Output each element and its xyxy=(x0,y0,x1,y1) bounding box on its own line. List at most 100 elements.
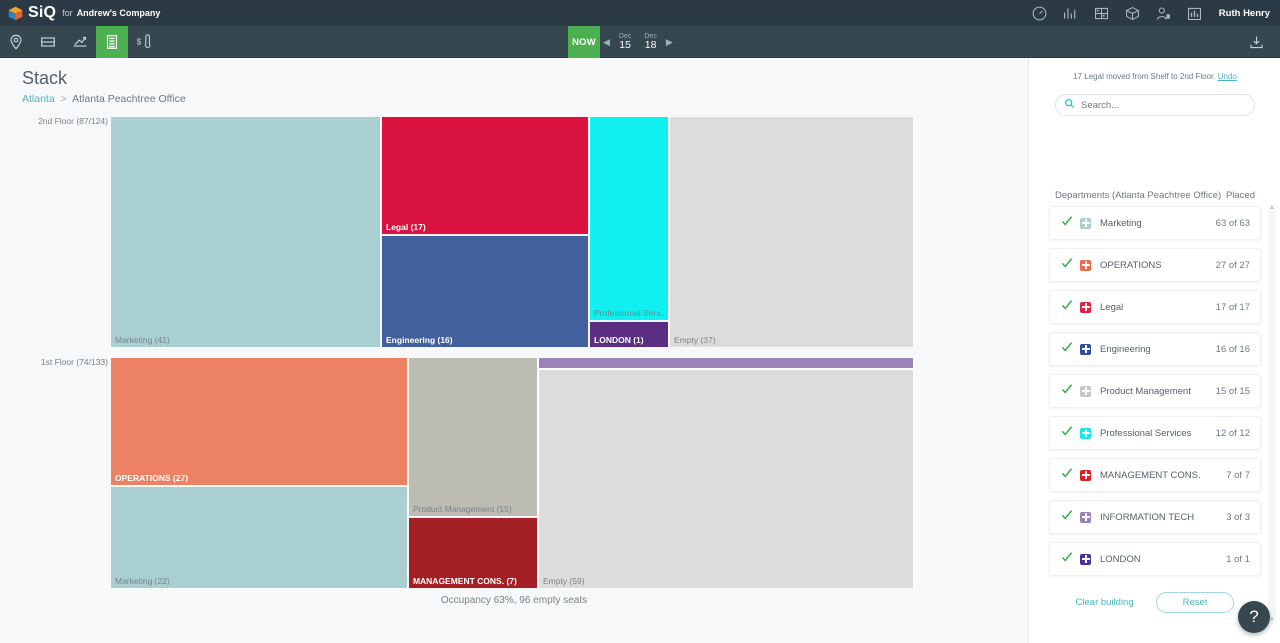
date-end-day: 18 xyxy=(644,39,657,52)
scroll-up-arrow[interactable]: ▲ xyxy=(1268,205,1276,211)
department-row[interactable]: LONDON 1 of 1 xyxy=(1049,542,1261,576)
col-departments-label: Departments (Atlanta Peachtree Office) xyxy=(1055,190,1222,201)
undo-link[interactable]: Undo xyxy=(1218,72,1237,81)
department-row[interactable]: Professional Services 12 of 12 xyxy=(1049,416,1261,450)
layers-icon[interactable] xyxy=(32,26,64,58)
col-placed-label: Placed xyxy=(1225,190,1255,201)
cost-thermometer-icon[interactable]: $ xyxy=(128,26,160,58)
treemap-cell[interactable]: Empty (59) xyxy=(537,369,914,589)
department-name: LONDON xyxy=(1100,553,1141,565)
date-navigator: ◀ Dec 15 Dec 18 ▶ xyxy=(600,26,676,58)
department-name: Marketing xyxy=(1100,217,1142,229)
location-pin-icon[interactable] xyxy=(0,26,32,58)
treemap-cell[interactable]: LONDON (1) xyxy=(589,320,669,348)
department-name: Product Management xyxy=(1100,385,1191,397)
departments-header: Departments (Atlanta Peachtree Office) P… xyxy=(1055,190,1255,201)
help-question-icon[interactable]: ? xyxy=(1238,601,1270,633)
building-stack-icon[interactable] xyxy=(96,25,128,58)
department-row[interactable]: Marketing 63 of 63 xyxy=(1049,206,1261,240)
department-name: Legal xyxy=(1100,301,1124,313)
brand-for-label: for xyxy=(62,8,73,18)
reset-button[interactable]: Reset xyxy=(1155,592,1235,613)
treemap-cell[interactable]: Product Management (15) xyxy=(407,357,538,518)
now-button[interactable]: NOW xyxy=(568,26,600,58)
date-end[interactable]: Dec 18 xyxy=(640,33,660,51)
department-color-swatch xyxy=(1080,385,1091,397)
date-start[interactable]: Dec 15 xyxy=(615,33,635,51)
department-color-swatch xyxy=(1080,469,1091,481)
department-color-swatch xyxy=(1080,301,1091,313)
treemap-cell[interactable]: Legal (17) xyxy=(381,116,589,236)
treemap-cell[interactable]: OPERATIONS (27) xyxy=(110,357,408,486)
stack-stage: Stack Atlanta > Atlanta Peachtree Office… xyxy=(0,58,1028,643)
check-icon[interactable] xyxy=(1060,550,1076,569)
department-placed-count: 15 of 15 xyxy=(1215,385,1250,397)
map-grid-icon[interactable] xyxy=(1093,5,1110,22)
treemap-cell[interactable]: Empty (37) xyxy=(669,116,914,348)
treemap-cell[interactable]: Marketing (41) xyxy=(110,116,382,348)
next-date-arrow[interactable]: ▶ xyxy=(666,37,673,47)
stack-treemap[interactable]: 2nd Floor (87/124) Marketing (41) Legal (1… xyxy=(38,116,914,589)
treemap-cell-label: OPERATIONS (27) xyxy=(115,472,189,483)
department-row[interactable]: MANAGEMENT CONS. 7 of 7 xyxy=(1049,458,1261,492)
department-color-swatch xyxy=(1080,343,1091,355)
treemap-cell-label: Legal (17) xyxy=(386,222,426,233)
brand-company: Andrew's Company xyxy=(76,8,161,18)
breadcrumb-root[interactable]: Atlanta xyxy=(22,93,55,105)
treemap-cell-label: Professional Serv... (12) xyxy=(594,307,668,318)
department-color-swatch xyxy=(1080,511,1091,523)
floor-section: 1st Floor (74/133) OPERATIONS (27) Marketi… xyxy=(41,357,914,589)
search-input[interactable] xyxy=(1081,99,1241,111)
check-icon[interactable] xyxy=(1060,508,1076,527)
department-placed-count: 1 of 1 xyxy=(1226,553,1250,565)
analytics-icon[interactable] xyxy=(1186,5,1203,22)
department-color-swatch xyxy=(1080,553,1091,565)
department-row[interactable]: Engineering 16 of 16 xyxy=(1049,332,1261,366)
treemap-cell[interactable] xyxy=(537,357,914,370)
department-name: Engineering xyxy=(1100,343,1151,355)
department-row[interactable]: OPERATIONS 27 of 27 xyxy=(1049,248,1261,282)
check-icon[interactable] xyxy=(1060,214,1076,233)
search-box[interactable] xyxy=(1055,94,1255,116)
department-name: INFORMATION TECH xyxy=(1100,511,1195,523)
department-row[interactable]: INFORMATION TECH 3 of 3 xyxy=(1049,500,1261,534)
user-name[interactable]: Ruth Henry xyxy=(1219,8,1270,19)
brand-right-icons: Ruth Henry xyxy=(1031,5,1280,22)
gauge-icon[interactable] xyxy=(1031,5,1048,22)
treemap-cell[interactable]: Professional Serv... (12) xyxy=(589,116,669,321)
departments-scrollbar[interactable]: ▲ ▼ xyxy=(1268,204,1276,624)
trend-line-icon[interactable] xyxy=(64,26,96,58)
treemap-cell[interactable]: Engineering (16) xyxy=(381,235,589,348)
department-row[interactable]: Legal 17 of 17 xyxy=(1049,290,1261,324)
treemap-cell[interactable]: MANAGEMENT CONS. (7) xyxy=(407,517,538,589)
check-icon[interactable] xyxy=(1060,424,1076,443)
treemap-cell-label: Product Management (15) xyxy=(412,503,512,514)
department-name: MANAGEMENT CONS. xyxy=(1100,469,1201,481)
prev-date-arrow[interactable]: ◀ xyxy=(603,37,610,47)
brand-name: SiQ xyxy=(28,4,57,21)
check-icon[interactable] xyxy=(1060,382,1076,401)
download-export-icon[interactable] xyxy=(1240,26,1272,58)
check-icon[interactable] xyxy=(1060,340,1076,359)
breadcrumb-current: Atlanta Peachtree Office xyxy=(72,93,186,105)
department-row[interactable]: Product Management 15 of 15 xyxy=(1049,374,1261,408)
person-icon[interactable] xyxy=(1155,5,1172,22)
svg-text:$: $ xyxy=(137,37,142,46)
floor-label: 2nd Floor (87/124) xyxy=(38,116,108,126)
treemap-cell[interactable]: Marketing (22) xyxy=(110,485,408,589)
clear-building-button[interactable]: Clear building xyxy=(1076,597,1134,608)
check-icon[interactable] xyxy=(1060,466,1076,485)
brand-bar: SiQ for Andrew's Company Ruth Henry xyxy=(0,0,1280,26)
bar-chart-icon[interactable] xyxy=(1062,5,1079,22)
departments-list[interactable]: Marketing 63 of 63 OPERATIONS 27 of 27 Legal… xyxy=(1043,206,1267,624)
check-icon[interactable] xyxy=(1060,256,1076,275)
check-icon[interactable] xyxy=(1060,298,1076,317)
department-color-swatch xyxy=(1080,217,1091,229)
department-placed-count: 12 of 12 xyxy=(1215,427,1250,439)
toolbar-right xyxy=(1240,26,1272,58)
box-icon[interactable] xyxy=(1124,5,1141,22)
breadcrumb-separator: > xyxy=(60,93,67,105)
treemap-cell-label: Empty (37) xyxy=(674,334,716,345)
logo-area[interactable]: SiQ for Andrew's Company xyxy=(0,5,160,22)
department-placed-count: 3 of 3 xyxy=(1226,511,1250,523)
